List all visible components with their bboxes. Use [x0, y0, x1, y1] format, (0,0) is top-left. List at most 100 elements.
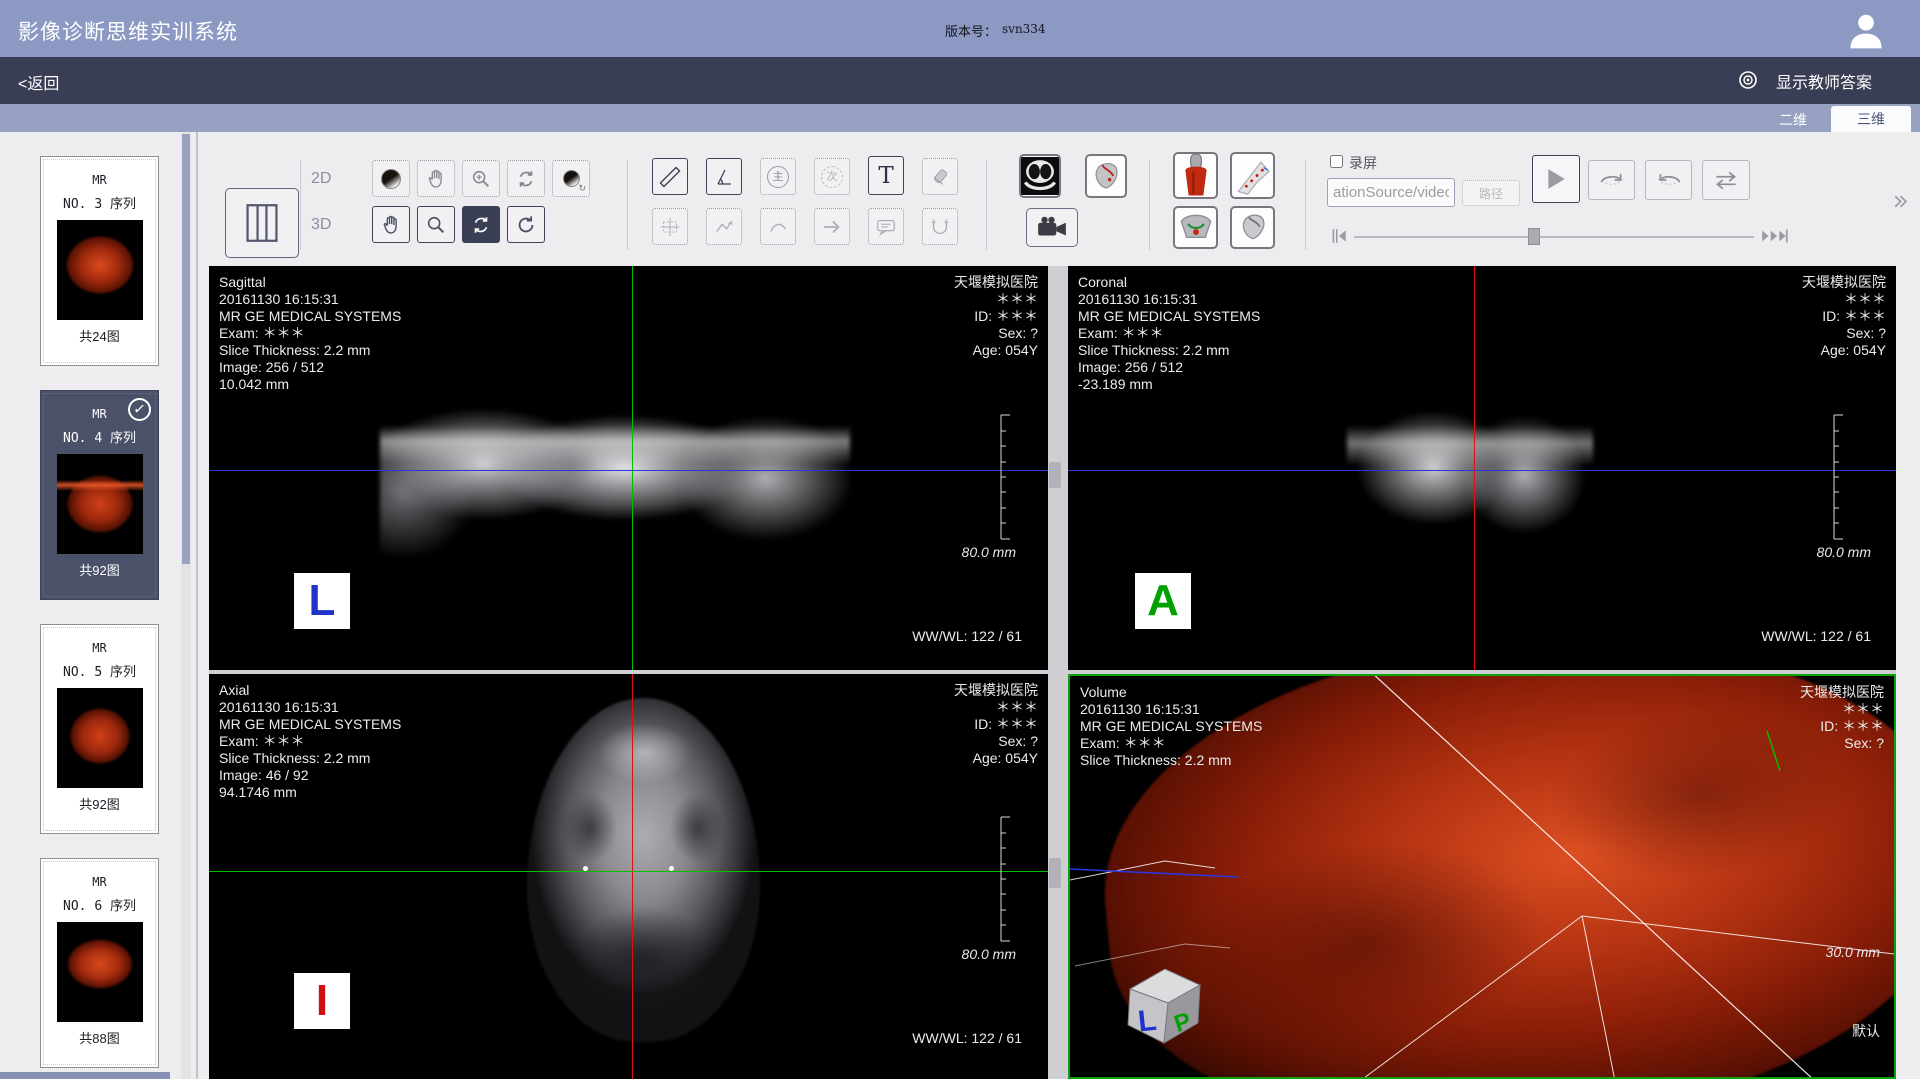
tab-3d[interactable]: 三维: [1831, 106, 1911, 132]
loop-forward-icon: [1598, 170, 1626, 190]
tab-2d[interactable]: 二维: [1765, 108, 1821, 132]
heart-3d-icon: [1088, 157, 1124, 195]
knee-muscle-button[interactable]: [1173, 152, 1218, 199]
hand-icon: [380, 214, 402, 236]
sidebar-scrollbar[interactable]: [181, 132, 191, 1079]
slider-prev-icon[interactable]: [1330, 227, 1348, 250]
eraser-button[interactable]: [922, 158, 958, 195]
arrow-icon: [821, 216, 843, 238]
sidebar-scrollbar-thumb[interactable]: [182, 134, 190, 564]
screenshot-camera-button[interactable]: [1026, 208, 1078, 247]
crosshair-roi-button[interactable]: [652, 208, 688, 245]
series-name: NO. 5 序列: [41, 661, 158, 680]
ruler-button[interactable]: [652, 158, 688, 195]
back-button[interactable]: <返回: [18, 70, 59, 94]
roi-secondary-button[interactable]: 次: [814, 158, 850, 195]
app-title: 影像诊断思维实训系统: [18, 16, 238, 46]
orientation-cube[interactable]: L P: [1118, 959, 1206, 1047]
series-card-4-selected[interactable]: ✓ MR NO. 4 序列 共92图: [40, 390, 159, 600]
sidebar-hscrollbar[interactable]: [0, 1072, 170, 1079]
roi-primary-icon: 主: [767, 166, 789, 188]
axial-crosshair-vertical[interactable]: [632, 674, 633, 1079]
series-count: 共88图: [41, 1028, 158, 1047]
curve-icon: [767, 216, 789, 238]
heart-3d-button[interactable]: [1085, 154, 1127, 198]
curve-button[interactable]: [760, 208, 796, 245]
play-button[interactable]: [1532, 155, 1580, 203]
volume-patient-block: 天堰模拟医院 ＊＊＊ ID: ＊＊＊ Sex: ?: [1800, 684, 1884, 752]
splitter-handle[interactable]: [1049, 858, 1061, 888]
series-name: NO. 4 序列: [41, 427, 158, 446]
series-thumbnail: [57, 220, 143, 320]
application-window: 影像诊断思维实训系统 版本号： svn334 <返回 显示教师答案 二维 三维 …: [0, 0, 1920, 1079]
roi-primary-button[interactable]: 主: [760, 158, 796, 195]
series-card-6[interactable]: MR NO. 6 序列 共88图: [40, 858, 159, 1068]
record-path-input[interactable]: [1327, 178, 1455, 207]
mode-3d-label: 3D: [311, 216, 331, 234]
timeline-slider-track[interactable]: [1354, 236, 1754, 238]
rotate-3d-button-active[interactable]: [462, 206, 500, 243]
eraser-icon: [929, 166, 951, 188]
loop-forward-button[interactable]: [1588, 160, 1635, 200]
splitter-handle[interactable]: [1049, 462, 1061, 488]
show-teacher-answer-button[interactable]: 显示教师答案: [1776, 69, 1872, 93]
axial-crosshair-horizontal[interactable]: [209, 871, 1048, 872]
sagittal-scale-ruler: [999, 414, 1015, 540]
arrow-button[interactable]: [814, 208, 850, 245]
volume-preset-label[interactable]: 默认: [1852, 1021, 1880, 1041]
pan-3d-button[interactable]: [372, 206, 410, 243]
series-card-5[interactable]: MR NO. 5 序列 共92图: [40, 624, 159, 834]
record-checkbox[interactable]: [1330, 155, 1343, 168]
more-chevron-icon[interactable]: [1893, 194, 1908, 214]
nav-bar: <返回 显示教师答案: [0, 57, 1920, 104]
rotate-button[interactable]: [507, 160, 545, 197]
swap-direction-button[interactable]: [1702, 160, 1750, 200]
coronal-crosshair-horizontal[interactable]: [1068, 470, 1896, 471]
layout-button[interactable]: [225, 188, 299, 258]
angle-button[interactable]: [706, 158, 742, 195]
sagittal-patient-block: 天堰模拟医院 ＊＊＊ ID: ＊＊＊ Sex: ? Age: 054Y: [954, 274, 1038, 359]
sagittal-orientation-letter: L: [294, 573, 350, 629]
axial-patient-block: 天堰模拟医院 ＊＊＊ ID: ＊＊＊ Sex: ? Age: 054Y: [954, 682, 1038, 767]
contrast-icon: [381, 169, 401, 189]
hand-icon: [425, 168, 447, 190]
viewport-coronal[interactable]: Coronal 20161130 16:15:31 MR GE MEDICAL …: [1068, 266, 1896, 670]
foot-skeleton-button[interactable]: [1230, 152, 1275, 199]
viewport-sagittal[interactable]: Sagittal 20161130 16:15:31 MR GE MEDICAL…: [209, 266, 1048, 670]
lung-ct-button[interactable]: [1019, 154, 1061, 198]
viewport-volume[interactable]: Volume 20161130 16:15:31 MR GE MEDICAL S…: [1068, 674, 1896, 1079]
crosshair-icon: [659, 216, 681, 238]
text-annotation-button[interactable]: T: [868, 156, 904, 195]
series-card-3[interactable]: MR NO. 3 序列 共24图: [40, 156, 159, 366]
reset-3d-button[interactable]: [507, 206, 545, 243]
cobb-angle-button[interactable]: [922, 208, 958, 245]
contrast-reset-button[interactable]: ↻: [552, 160, 590, 197]
contrast-button[interactable]: [372, 160, 410, 197]
coronal-crosshair-vertical[interactable]: [1474, 266, 1475, 670]
comment-button[interactable]: [868, 208, 904, 245]
series-thumbnail: [57, 688, 143, 788]
slider-next-icon[interactable]: [1760, 227, 1790, 250]
sagittal-crosshair-vertical[interactable]: [632, 266, 633, 670]
series-thumbnail: [57, 922, 143, 1022]
sagittal-crosshair-horizontal[interactable]: [209, 470, 1048, 471]
path-button[interactable]: 路径: [1462, 180, 1520, 206]
axial-scale-label: 80.0 mm: [962, 946, 1016, 962]
heart-small-button[interactable]: [1230, 206, 1275, 249]
coronal-image: [1347, 384, 1593, 558]
viewport-axial[interactable]: Axial 20161130 16:15:31 MR GE MEDICAL SY…: [209, 674, 1048, 1079]
sidebar-divider: [196, 132, 198, 1079]
cobb-angle-icon: [929, 216, 951, 238]
record-label: 录屏: [1349, 153, 1377, 173]
user-profile-icon[interactable]: [1844, 8, 1888, 52]
polyline-button[interactable]: [706, 208, 742, 245]
loop-backward-button[interactable]: [1645, 160, 1692, 200]
movie-camera-icon: [1036, 216, 1068, 239]
timeline-slider-thumb[interactable]: [1528, 228, 1540, 245]
zoom-in-button[interactable]: [462, 160, 500, 197]
comment-icon: [875, 216, 897, 238]
pan-button[interactable]: [417, 160, 455, 197]
refresh-icon: [515, 214, 537, 236]
zoom-3d-button[interactable]: [417, 206, 455, 243]
pelvis-3d-button[interactable]: [1173, 206, 1218, 249]
